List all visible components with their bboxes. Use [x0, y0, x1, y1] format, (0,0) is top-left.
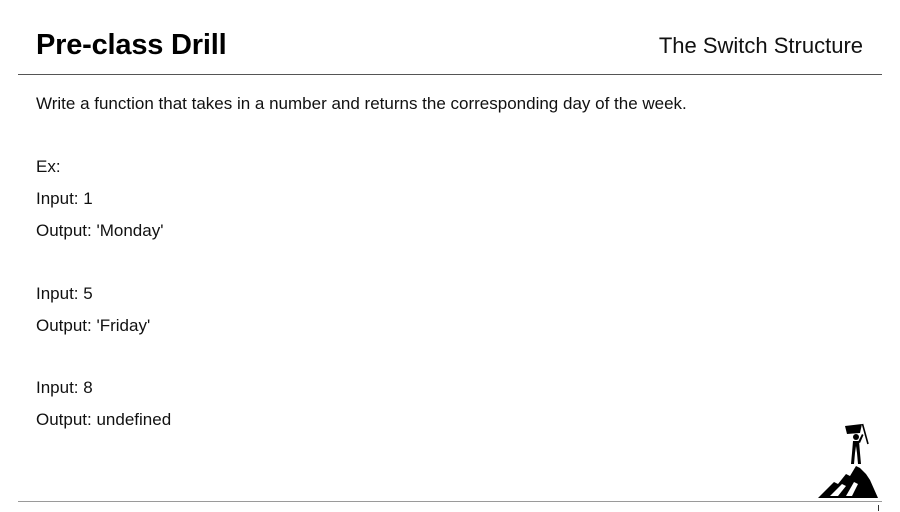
example-3-output: Output: undefined [36, 410, 172, 429]
slide-title: Pre-class Drill [36, 29, 227, 61]
drill-prompt: Write a function that takes in a number … [36, 94, 687, 113]
example-label: Ex: [36, 157, 61, 176]
example-2-output: Output: 'Friday' [36, 316, 151, 335]
example-3-input: Input: 8 [36, 378, 93, 397]
page-marker [878, 505, 879, 511]
example-1-input: Input: 1 [36, 189, 93, 208]
section-title: The Switch Structure [658, 33, 863, 58]
example-2-input: Input: 5 [36, 284, 93, 303]
example-1-output: Output: 'Monday' [36, 221, 164, 240]
footer-divider [18, 501, 882, 502]
summit-flag-logo-icon [818, 423, 878, 498]
header-divider [18, 74, 882, 75]
